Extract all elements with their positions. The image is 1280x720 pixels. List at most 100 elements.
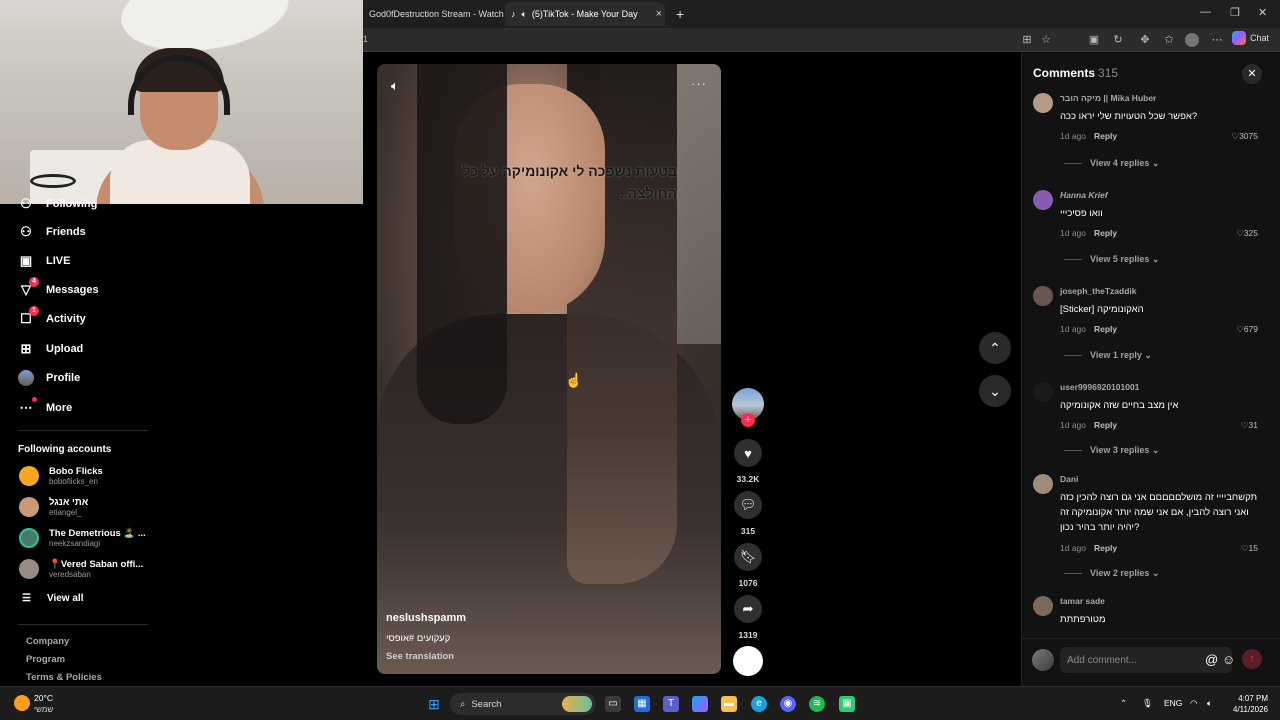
app-icon[interactable]: ▣ [839, 696, 855, 712]
following-account[interactable]: Bobo Flicks boboflicks_en [19, 466, 103, 486]
apps-icon[interactable]: ⊞ [1020, 33, 1034, 47]
favorites-icon[interactable]: ✩ [1162, 33, 1176, 47]
follow-plus-icon[interactable]: + [741, 413, 755, 427]
comment-like-button[interactable]: ♡3075 [1231, 131, 1258, 142]
like-button[interactable]: ♥ [734, 439, 762, 467]
comment-like-button[interactable]: ♡31 [1241, 420, 1258, 431]
comment-username[interactable]: Dani [1060, 474, 1078, 484]
reply-button[interactable]: Reply [1094, 131, 1117, 141]
wifi-icon[interactable]: ◠ [1190, 698, 1197, 709]
reply-button[interactable]: Reply [1094, 420, 1117, 430]
comment-like-button[interactable]: ♡325 [1236, 228, 1258, 239]
restore-icon[interactable]: ❐ [1230, 6, 1240, 19]
close-comments-button[interactable]: ✕ [1242, 64, 1262, 84]
comment-username[interactable]: tamar sade [1060, 596, 1105, 606]
view-replies-button[interactable]: View 4 replies ⌄ [1064, 158, 1159, 169]
video-more-icon[interactable]: ··· [691, 76, 707, 91]
view-replies-button[interactable]: View 2 replies ⌄ [1064, 568, 1159, 579]
video-player[interactable]: בטעות נשפכה לי אקונומיקה על כל החולצה.. … [377, 64, 721, 674]
see-translation-link[interactable]: See translation [386, 651, 454, 662]
volume-icon[interactable]: 🔈︎ [391, 78, 399, 94]
sidebar-item-profile[interactable]: Profile [18, 370, 80, 386]
microphone-icon[interactable]: 🎙︎ [1142, 698, 1153, 709]
view-replies-button[interactable]: View 5 replies ⌄ [1064, 254, 1159, 265]
task-view-icon[interactable]: ▭ [605, 696, 621, 712]
teams-icon[interactable]: T [663, 696, 679, 712]
comment-button[interactable]: 💬︎ [734, 491, 762, 519]
copilot-taskbar-icon[interactable] [692, 696, 708, 712]
comment-icon: 💬︎ [739, 497, 757, 512]
reply-button[interactable]: Reply [1094, 543, 1117, 553]
mention-icon[interactable]: @ [1205, 652, 1218, 667]
footer-link-program[interactable]: Program [26, 654, 65, 665]
store-icon[interactable]: ▦ [634, 696, 650, 712]
video-author[interactable]: neslushspamm [386, 612, 466, 624]
music-disc-icon[interactable] [733, 646, 763, 676]
comment-like-button[interactable]: ♡679 [1236, 324, 1258, 335]
view-replies-label: View 2 replies [1090, 568, 1150, 578]
send-comment-button[interactable]: ↑ [1242, 649, 1262, 669]
close-window-icon[interactable]: ✕ [1258, 6, 1267, 19]
previous-video-button[interactable]: ⌃ [979, 332, 1011, 364]
footer-link-terms[interactable]: Terms & Policies [26, 672, 102, 683]
volume-tray-icon[interactable]: 🔈︎ [1207, 698, 1212, 709]
avatar[interactable] [1033, 474, 1053, 494]
emoji-icon[interactable]: ☺ [1222, 652, 1235, 667]
reply-button[interactable]: Reply [1094, 228, 1117, 238]
reply-button[interactable]: Reply [1094, 324, 1117, 334]
discord-icon[interactable]: ◉ [780, 696, 796, 712]
sidebar-item-upload[interactable]: ⊞ Upload [18, 341, 84, 357]
refresh-icon[interactable]: ↻ [1111, 33, 1125, 47]
following-account[interactable]: אתי אנגל etiangel_ [19, 497, 88, 517]
tray-overflow-icon[interactable]: ⌃ [1120, 698, 1127, 709]
speaker-icon[interactable]: 🔈︎ [522, 9, 527, 20]
sidebar-item-live[interactable]: ▣ LIVE [18, 253, 71, 269]
weather-sun-icon[interactable] [14, 695, 30, 711]
address-text[interactable]: 1 [363, 34, 368, 44]
view-replies-button[interactable]: View 1 reply ⌄ [1064, 350, 1152, 361]
sidebar-item-more[interactable]: ⋯ More [18, 397, 72, 416]
save-button[interactable]: 🔖︎ [734, 543, 762, 571]
tab-tiktok[interactable]: ♪ 🔈︎ (5)TikTok - Make Your Day × [505, 2, 665, 26]
comment-like-button[interactable]: ♡15 [1241, 543, 1258, 554]
extensions-icon[interactable]: ✥ [1138, 33, 1152, 47]
widget-icon[interactable] [562, 696, 592, 712]
footer-link-company[interactable]: Company [26, 636, 69, 647]
following-account[interactable]: The Demetrious 🏝️ ... neekzsandiagi [19, 528, 146, 548]
comment-username[interactable]: Hanna Krief [1060, 190, 1108, 200]
new-tab-button[interactable]: + [670, 2, 690, 26]
edge-browser-icon[interactable]: e [751, 696, 767, 712]
comment-username[interactable]: joseph_theTzaddik [1060, 286, 1137, 296]
system-clock[interactable]: 4:07 PM 4/11/2026 [1224, 693, 1268, 715]
copilot-chat-button[interactable]: Chat [1232, 31, 1269, 45]
profile-icon[interactable] [1185, 33, 1199, 47]
weather-temperature[interactable]: 20°C [34, 693, 53, 703]
view-all-button[interactable]: ☰ View all [22, 593, 83, 604]
comment-username[interactable]: user9996920101001 [1060, 382, 1139, 392]
sidebar-item-friends[interactable]: ⚇ Friends [18, 224, 86, 240]
spotify-icon[interactable]: ≋ [809, 696, 825, 712]
weather-condition[interactable]: שמשי [34, 705, 53, 714]
avatar[interactable] [1033, 286, 1053, 306]
following-account[interactable]: 📍Vered Saban offi... veredsaban [19, 559, 143, 579]
windows-start-icon[interactable]: ⊞ [426, 696, 442, 712]
next-video-button[interactable]: ⌄ [979, 375, 1011, 407]
avatar[interactable] [1033, 596, 1053, 616]
input-language[interactable]: ENG [1164, 698, 1182, 708]
comment-username[interactable]: מיקה הובר || Mika Huber [1060, 93, 1156, 103]
avatar[interactable] [1033, 93, 1053, 113]
avatar[interactable] [1033, 382, 1053, 402]
menu-dots-icon[interactable]: ⋯ [1210, 33, 1224, 47]
avatar[interactable] [1033, 190, 1053, 210]
sidebar-item-following[interactable]: ⚇ Following [18, 196, 97, 212]
favorite-star-icon[interactable]: ☆ [1039, 33, 1053, 47]
close-tab-icon[interactable]: × [656, 8, 662, 20]
collections-icon[interactable]: ▣ [1087, 33, 1101, 47]
sidebar-item-activity[interactable]: ☐ 1 Activity [18, 306, 86, 327]
file-explorer-icon[interactable]: ▬ [721, 696, 737, 712]
minimize-icon[interactable]: — [1200, 6, 1211, 18]
view-replies-button[interactable]: View 3 replies ⌄ [1064, 445, 1159, 456]
sidebar-item-messages[interactable]: ▽ 4 Messages [18, 277, 99, 298]
tab-stream[interactable]: God0fDestruction Stream - Watch × [363, 2, 518, 26]
share-button[interactable]: ➦ [734, 595, 762, 623]
